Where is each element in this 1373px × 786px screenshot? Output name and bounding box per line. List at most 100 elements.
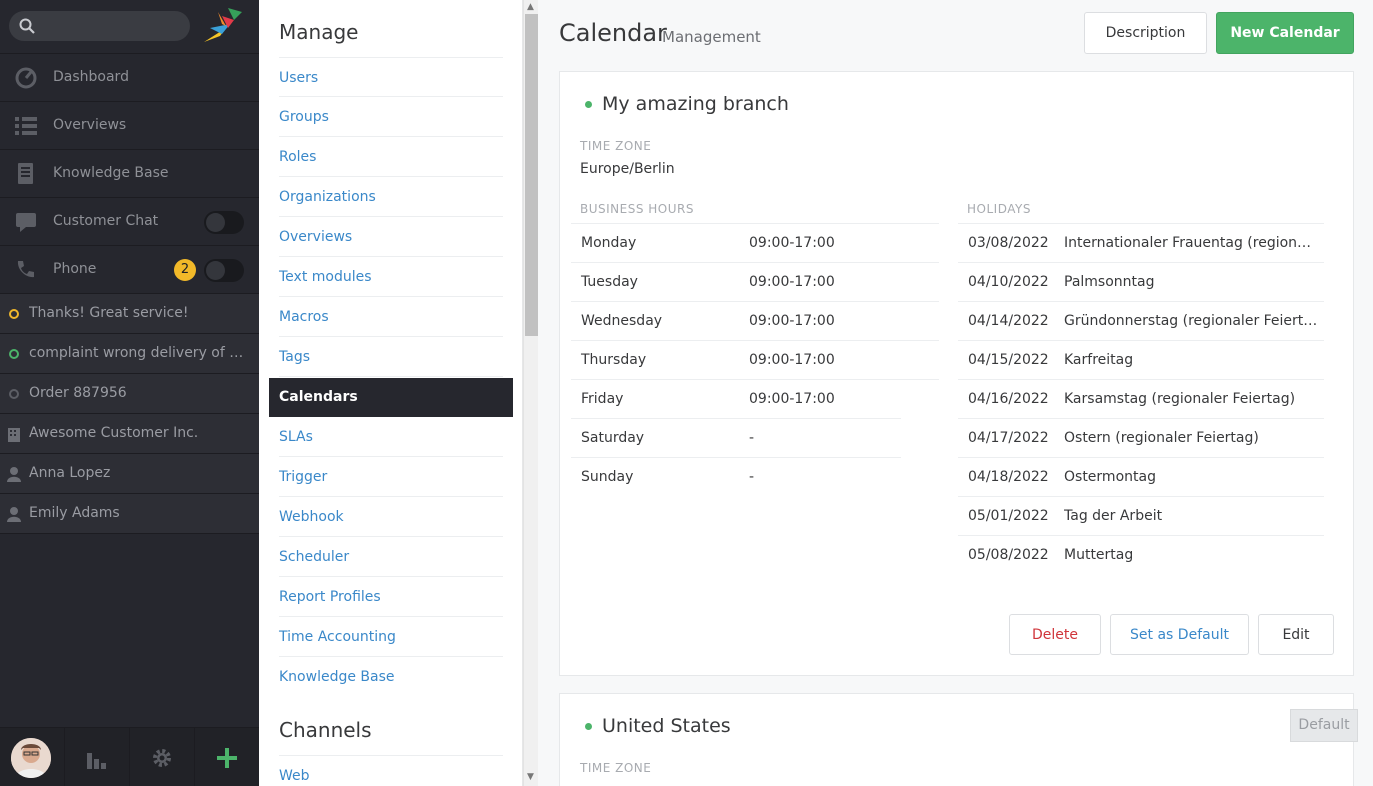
calendar-name: United States <box>602 715 731 737</box>
nav-item-label: Dashboard <box>53 69 129 85</box>
menu-scrollbar[interactable]: ▲ ▼ <box>523 0 538 786</box>
hours: - <box>749 430 755 446</box>
menu-item-macros[interactable]: Macros <box>279 297 503 337</box>
holiday-date: 04/10/2022 <box>968 274 1049 290</box>
menu-item-groups[interactable]: Groups <box>279 97 503 137</box>
task-item[interactable]: Awesome Customer Inc. <box>0 414 259 454</box>
menu-item-knowledge-base[interactable]: Knowledge Base <box>279 657 503 697</box>
menu-item-organizations[interactable]: Organizations <box>279 177 503 217</box>
holiday-name: Tag der Arbeit <box>1064 508 1163 524</box>
scroll-up-icon[interactable]: ▲ <box>527 2 534 12</box>
hours: 09:00-17:00 <box>749 274 835 290</box>
reports-button[interactable] <box>65 728 130 786</box>
overviews-icon <box>15 117 37 135</box>
task-item[interactable]: Emily Adams <box>0 494 259 534</box>
holiday-row: 04/14/2022 Gründonnerstag (regionaler Fei… <box>958 301 1324 340</box>
scrollbar-thumb[interactable] <box>525 14 538 336</box>
channels-heading: Channels <box>279 718 372 742</box>
nav-item-label: Knowledge Base <box>53 165 169 181</box>
holiday-row: 05/08/2022 Muttertag <box>958 535 1324 574</box>
calendar-card: United States Default TIME ZONE <box>559 693 1358 786</box>
task-label: complaint wrong delivery of order <box>29 345 251 361</box>
nav-item-label: Phone <box>53 261 97 277</box>
holiday-row: 03/08/2022 Internationaler Frauentag (reg… <box>958 223 1324 262</box>
ticket-closed-icon <box>9 389 19 399</box>
timezone-value: Europe/Berlin <box>580 161 675 177</box>
set-as-default-button[interactable]: Set as Default <box>1110 614 1249 655</box>
active-status-icon <box>585 723 592 730</box>
nav-item-phone[interactable]: Phone <box>0 246 259 294</box>
menu-item-users[interactable]: Users <box>279 57 503 97</box>
avatar-button[interactable] <box>0 728 65 786</box>
manage-heading: Manage <box>279 20 359 44</box>
menu-item-trigger[interactable]: Trigger <box>279 457 503 497</box>
nav-item-dashboard[interactable]: Dashboard <box>0 54 259 102</box>
search-row <box>0 0 259 54</box>
holiday-date: 04/18/2022 <box>968 469 1049 485</box>
phone-icon <box>17 261 34 278</box>
menu-item-slas[interactable]: SLAs <box>279 417 503 457</box>
search-input[interactable] <box>9 11 190 41</box>
holiday-name: Gründonnerstag (regionaler Feiertag) <box>1064 313 1318 329</box>
nav-item-customer-chat[interactable]: Customer Chat <box>0 198 259 246</box>
plus-icon <box>217 748 237 768</box>
business-hours-row: Tuesday 09:00-17:00 <box>571 262 939 301</box>
chat-icon <box>16 213 36 232</box>
business-hours-label: BUSINESS HOURS <box>580 202 694 216</box>
scroll-down-icon[interactable]: ▼ <box>527 772 534 782</box>
nav-item-label: Overviews <box>53 117 127 133</box>
day: Saturday <box>581 430 645 446</box>
day: Monday <box>581 235 637 251</box>
settings-button[interactable] <box>130 728 195 786</box>
chat-toggle[interactable] <box>204 211 244 234</box>
menu-item-roles[interactable]: Roles <box>279 137 503 177</box>
day: Sunday <box>581 469 634 485</box>
task-item[interactable]: complaint wrong delivery of order <box>0 334 259 374</box>
nav-bottom-bar <box>0 727 259 786</box>
task-item[interactable]: Anna Lopez <box>0 454 259 494</box>
menu-item-overviews[interactable]: Overviews <box>279 217 503 257</box>
description-button[interactable]: Description <box>1084 12 1207 54</box>
nav-item-overviews[interactable]: Overviews <box>0 102 259 150</box>
task-label: Thanks! Great service! <box>29 305 189 321</box>
business-hours-row: Wednesday 09:00-17:00 <box>571 301 939 340</box>
calendar-name: My amazing branch <box>602 93 789 115</box>
holiday-date: 04/16/2022 <box>968 391 1049 407</box>
menu-item-scheduler[interactable]: Scheduler <box>279 537 503 577</box>
main-content: Calendar Management Description New Cale… <box>538 0 1373 786</box>
task-item[interactable]: Order 887956 <box>0 374 259 414</box>
menu-item-web[interactable]: Web <box>279 755 503 786</box>
search-icon <box>19 18 35 34</box>
business-hours-row: Sunday - <box>571 457 901 496</box>
main-navigation: Dashboard Overviews Knowledge Base Custo… <box>0 0 259 786</box>
business-hours-row: Friday 09:00-17:00 <box>571 379 939 418</box>
menu-item-report-profiles[interactable]: Report Profiles <box>279 577 503 617</box>
menu-item-tags[interactable]: Tags <box>279 337 503 377</box>
holiday-row: 04/15/2022 Karfreitag <box>958 340 1324 379</box>
hours: 09:00-17:00 <box>749 352 835 368</box>
hours: 09:00-17:00 <box>749 235 835 251</box>
menu-item-webhook[interactable]: Webhook <box>279 497 503 537</box>
task-item[interactable]: Thanks! Great service! <box>0 294 259 334</box>
nav-item-knowledge-base[interactable]: Knowledge Base <box>0 150 259 198</box>
holiday-date: 04/14/2022 <box>968 313 1049 329</box>
menu-item-text-modules[interactable]: Text modules <box>279 257 503 297</box>
holidays-label: HOLIDAYS <box>967 202 1031 216</box>
holiday-name: Palmsonntag <box>1064 274 1155 290</box>
ticket-open-icon <box>9 309 19 319</box>
bar-chart-icon <box>87 753 106 769</box>
menu-item-time-accounting[interactable]: Time Accounting <box>279 617 503 657</box>
admin-menu: Manage Users Groups Roles Organizations … <box>259 0 523 786</box>
delete-button[interactable]: Delete <box>1009 614 1101 655</box>
holiday-name: Ostermontag <box>1064 469 1156 485</box>
menu-item-calendars[interactable]: Calendars <box>269 378 513 417</box>
new-button[interactable] <box>195 728 259 786</box>
dashboard-icon <box>15 67 37 89</box>
phone-toggle[interactable] <box>204 259 244 282</box>
logo-icon[interactable] <box>200 6 244 46</box>
timezone-label: TIME ZONE <box>580 139 652 153</box>
edit-button[interactable]: Edit <box>1258 614 1334 655</box>
organization-icon <box>8 428 20 442</box>
timezone-label: TIME ZONE <box>580 761 652 775</box>
new-calendar-button[interactable]: New Calendar <box>1216 12 1354 54</box>
